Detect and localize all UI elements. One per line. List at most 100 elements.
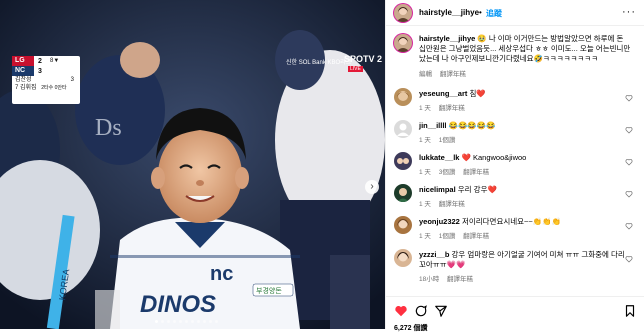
comment-text: 😂😂😂😂😂 [448,121,496,130]
comment-text: ❤️ Kangwoo&jiwoo [461,153,527,162]
carousel-indicator [155,320,218,323]
post-photo: KOREA Ds nc DINOS 부경양돈 [0,0,385,329]
post-actions-bar: 6,272 個讚 [386,296,644,332]
commenter-avatar[interactable] [394,216,412,234]
carousel-dot [167,320,170,323]
comment-username[interactable]: yzzzi__b [419,250,449,259]
comment-meta: 18小時 翻譯年糕 [419,273,479,283]
avatar-image [397,252,409,262]
comment-meta: 1 天 翻譯年糕 [419,198,471,208]
chevron-right-icon: › [370,181,374,192]
comment-likes[interactable]: 1個讚 [439,233,456,240]
author-avatar[interactable] [394,4,412,22]
comment-item: yzzzi__b 강우 엄마랑은 아기얼굴 기여어 미쳐 ㅠㅠ 그화중에 다리꼬… [386,247,644,289]
avatar-image [397,188,409,202]
more-options-icon[interactable]: ··· [622,6,636,18]
like-comment-icon[interactable] [625,190,633,198]
comment-likes[interactable]: 1個讚 [439,137,456,144]
comment-text: 우리 강우❤️ [457,185,497,194]
team2-score: 3 [38,67,42,75]
comment-time: 1 天 [419,201,431,208]
comment-username[interactable]: jin__illll [419,121,447,130]
author-username[interactable]: hairstyle__jihye [419,8,479,17]
comment-body: jin__illll 😂😂😂😂😂 [419,121,631,131]
channel-live-tag: LIVE [348,66,363,72]
post-media[interactable]: KOREA Ds nc DINOS 부경양돈 LG 2 8▼ NC 3 김찬성 … [0,0,385,329]
translate-link[interactable]: 翻譯年糕 [440,71,466,78]
carousel-dot [155,320,158,323]
comment-body: hairstyle__jihye 🥹 나 이마 이거만드는 방법알았으면 하루에… [419,34,631,64]
comment-username[interactable]: nicelimpal [419,185,456,194]
carousel-dot [173,320,176,323]
avatar-image [397,158,409,164]
translate-link[interactable]: 翻譯年糕 [439,105,465,112]
like-comment-icon[interactable] [625,126,633,134]
comment-body: yeonju2322 저이리다면요시네요~~👏👏👏 [419,217,631,227]
carousel-next-button[interactable]: › [365,180,379,194]
comments-list[interactable]: hairstyle__jihye 🥹 나 이마 이거만드는 방법알았으면 하루에… [386,26,644,296]
like-comment-icon[interactable] [625,158,633,166]
comment-item: yeseung__art 침❤️ 1 天 翻譯年糕 [386,86,644,114]
team2-name: NC [12,66,34,76]
comment-username[interactable]: hairstyle__jihye [419,34,475,43]
pitch-count: 3 [70,77,74,83]
like-comment-icon[interactable] [625,94,633,102]
channel-logo: SPOTV 2 [344,54,383,64]
translate-link[interactable]: 翻譯年糕 [439,201,465,208]
comment-username[interactable]: lukkate__lk [419,153,459,162]
separator-dot: • [479,8,482,17]
bookmark-icon[interactable] [623,304,637,318]
like-comment-icon[interactable] [625,222,633,230]
svg-text:nc: nc [210,263,233,285]
carousel-dot [179,320,182,323]
scoreboard-pitcher: 김찬성 3 [12,76,80,84]
comment-time: 1 天 [419,233,431,240]
team1-name: LG [12,56,34,66]
pitcher-name: 김찬성 [15,77,32,83]
commenter-avatar[interactable] [394,34,412,52]
comment-time: 1 天 [419,169,431,176]
comment-username[interactable]: yeseung__art [419,89,467,98]
comment-body: yeseung__art 침❤️ [419,89,631,99]
scoreboard: LG 2 8▼ NC 3 김찬성 3 7 김휘집 2타수 0안타 [12,56,80,104]
commenter-avatar[interactable] [394,152,412,170]
comment-username[interactable]: yeonju2322 [419,217,460,226]
commenter-avatar[interactable] [394,120,412,138]
carousel-dot [185,320,188,323]
commenter-avatar[interactable] [394,249,412,267]
comment-icon[interactable] [414,304,428,318]
carousel-dot [191,320,194,323]
broadcast-label: 신한 SOL Bank KBO리그 [286,60,352,66]
carousel-dot [209,320,212,323]
comment-likes[interactable]: 3個讚 [439,169,456,176]
comment-meta: 1 天 3個讚 翻譯年糕 [419,166,495,176]
likes-count[interactable]: 6,272 個讚 [394,323,427,333]
follow-button[interactable]: 追蹤 [486,8,502,19]
comment-text: 강우 엄마랑은 아기얼굴 기여어 미쳐 ㅠㅠ 그화중에 다리꼬아ㅠㅠ💗💗 [419,250,625,269]
comment-item: nicelimpal 우리 강우❤️ 1 天 翻譯年糕 [386,182,644,210]
avatar-image [396,37,410,52]
commenter-avatar[interactable] [394,184,412,202]
like-comment-icon[interactable] [625,255,633,263]
translate-link[interactable]: 翻譯年糕 [447,276,473,283]
comment-item: lukkate__lk ❤️ Kangwoo&jiwoo 1 天 3個讚 翻譯年… [386,150,644,178]
avatar-image [397,219,409,229]
carousel-dot [215,320,218,323]
default-avatar-icon [397,123,409,136]
team1-score: 2 [38,57,42,65]
comment-time: 1 天 [419,137,431,144]
translate-link[interactable]: 翻譯年糕 [463,233,489,240]
comment-text: 저이리다면요시네요~~👏👏👏 [461,217,561,226]
comment-item: yeonju2322 저이리다면요시네요~~👏👏👏 1 天 1個讚 翻譯年糕 [386,214,644,242]
comment-time: 1 天 [419,105,431,112]
comment-time: 18小時 [419,276,440,283]
caption-comment: hairstyle__jihye 🥹 나 이마 이거만드는 방법알았으면 하루에… [386,34,644,84]
commenter-avatar[interactable] [394,88,412,106]
scoreboard-batter: 7 김휘집 2타수 0안타 [12,84,80,92]
avatar-image [396,7,410,22]
svg-text:부경양돈: 부경양돈 [256,286,282,295]
comment-body: yzzzi__b 강우 엄마랑은 아기얼굴 기여어 미쳐 ㅠㅠ 그화중에 다리꼬… [419,250,631,270]
heart-filled-icon[interactable] [394,304,408,318]
share-icon[interactable] [434,304,448,318]
translate-link[interactable]: 翻譯年糕 [463,169,489,176]
